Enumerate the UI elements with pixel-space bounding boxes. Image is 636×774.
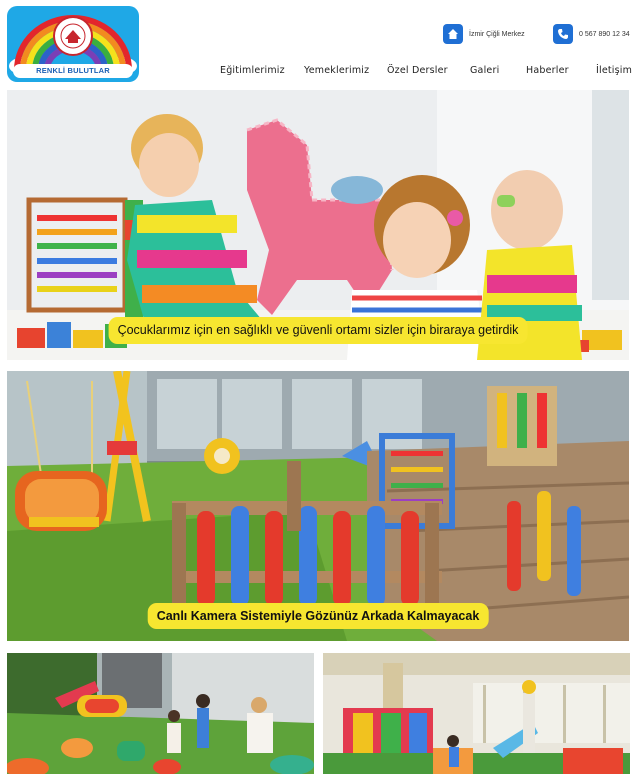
nav-item-galeri[interactable]: Galeri — [470, 65, 499, 76]
location-info: İzmir Çiğli Merkez — [443, 24, 525, 44]
main-nav: Eğitimlerimiz Yemeklerimiz Özel Dersler … — [0, 65, 636, 79]
hero-caption-2: Canlı Kamera Sistemiyle Gözünüz Arkada K… — [147, 603, 489, 629]
nav-item-iletisim[interactable]: İletişim — [596, 65, 632, 76]
site-header: RENKLİ BULUTLAR ANAOKULU İzmir Çiğli Mer… — [0, 0, 636, 88]
garden-activity-photo — [7, 653, 314, 774]
phone-text: 0 567 890 12 34 — [579, 30, 630, 38]
location-text: İzmir Çiğli Merkez — [469, 30, 525, 38]
phone-info: 0 567 890 12 34 — [553, 24, 630, 44]
indoor-playroom-photo — [323, 653, 630, 774]
home-icon — [443, 24, 463, 44]
hero-banner-playground[interactable]: Canlı Kamera Sistemiyle Gözünüz Arkada K… — [7, 371, 629, 641]
phone-icon — [553, 24, 573, 44]
hero-banner-children[interactable]: Çocuklarımız için en sağlıklı ve güvenli… — [7, 90, 629, 360]
nav-item-egitimlerimiz[interactable]: Eğitimlerimiz — [220, 65, 285, 76]
gallery-tile-garden[interactable] — [7, 653, 314, 774]
hero-caption-1: Çocuklarımız için en sağlıklı ve güvenli… — [108, 317, 528, 344]
nav-item-yemeklerimiz[interactable]: Yemeklerimiz — [304, 65, 369, 76]
nav-item-haberler[interactable]: Haberler — [526, 65, 569, 76]
gallery-tile-indoor[interactable] — [323, 653, 630, 774]
playground-photo — [7, 371, 629, 641]
nav-item-ozel-dersler[interactable]: Özel Dersler — [387, 65, 448, 76]
